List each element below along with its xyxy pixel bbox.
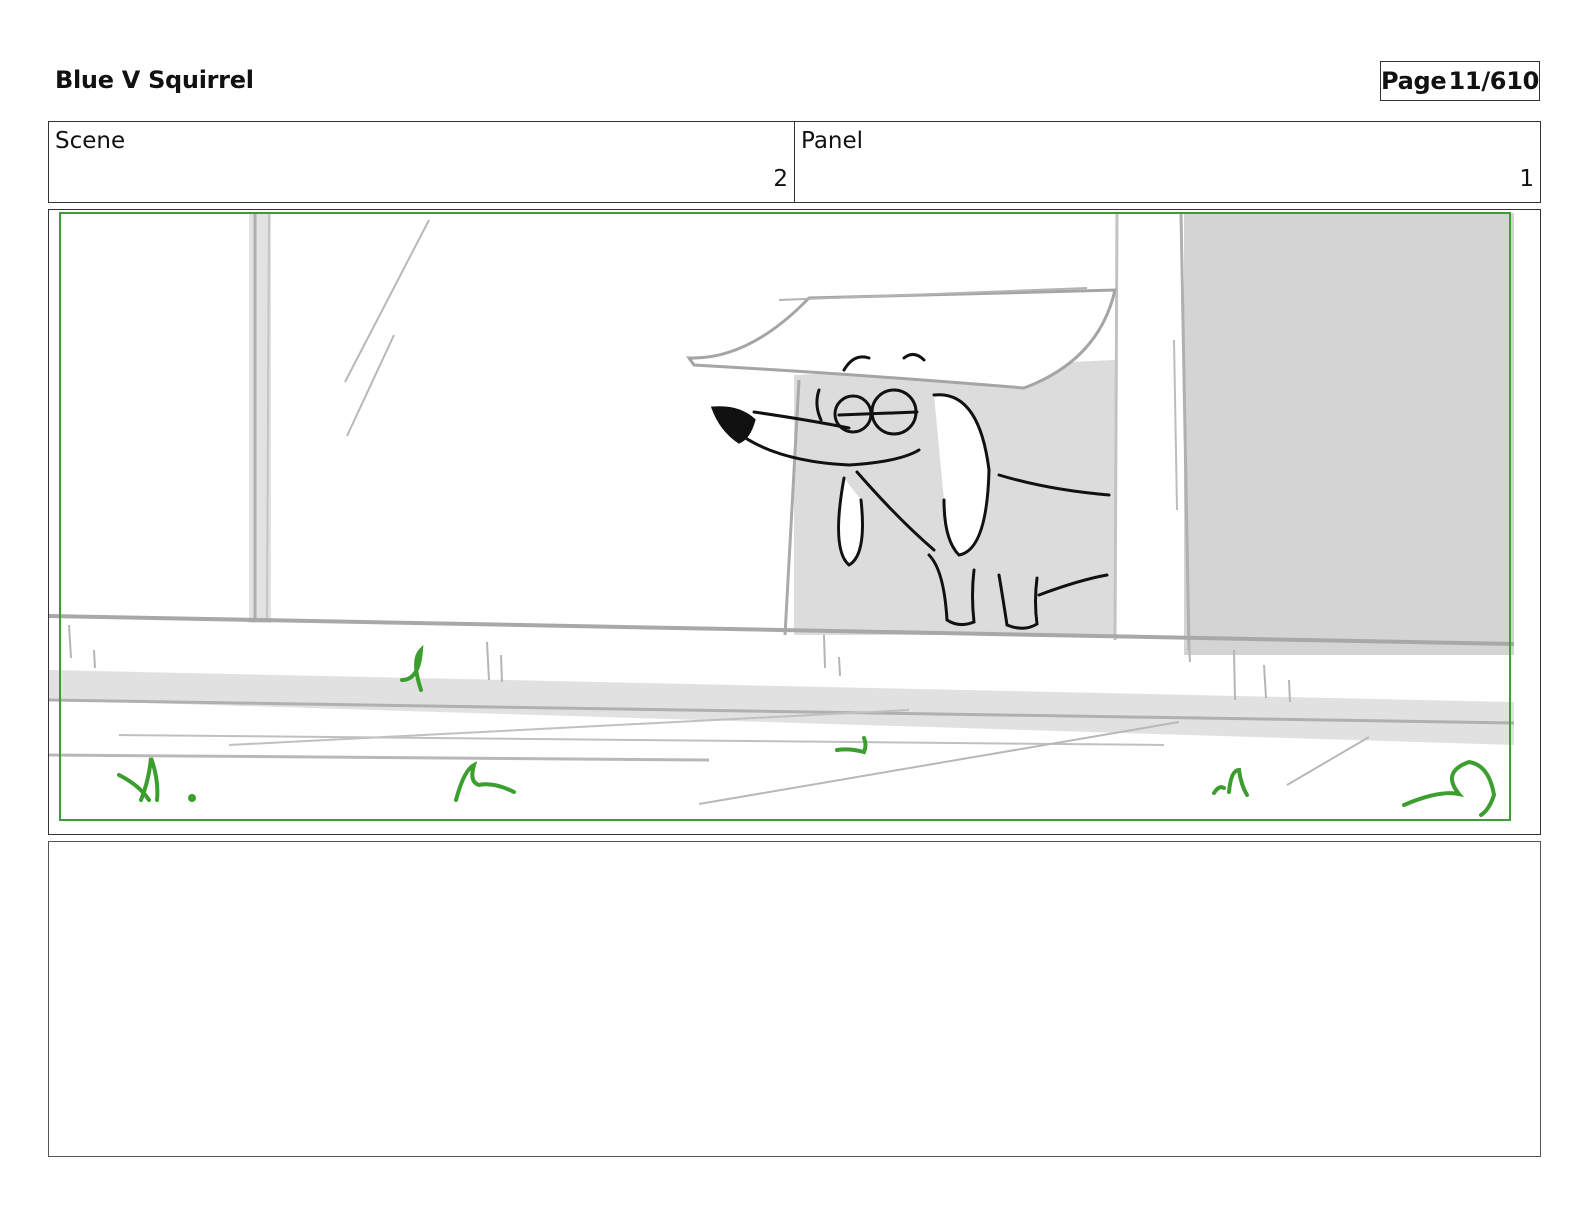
scene-cell: Scene 2 — [49, 122, 794, 202]
ground-crack — [49, 753, 710, 762]
wall-stroke — [1173, 339, 1178, 511]
window-streak-2 — [346, 334, 395, 437]
project-title: Blue V Squirrel — [55, 66, 254, 94]
page-label: Page — [1381, 67, 1447, 95]
scene-panel-info-row: Scene 2 Panel 1 — [48, 121, 1541, 203]
ground-crack-5 — [1286, 736, 1370, 786]
ground-crack-4 — [698, 721, 1180, 805]
door-right-post — [1113, 212, 1119, 641]
wall-shadow — [1184, 213, 1514, 655]
sidewalk-shadow — [49, 670, 1514, 745]
dog-nose — [710, 406, 756, 444]
page-number: 11/610 — [1448, 67, 1540, 95]
panel-cell: Panel 1 — [794, 122, 1540, 202]
door-canopy — [686, 288, 1117, 390]
storyboard-frame[interactable] — [48, 209, 1541, 835]
page-indicator: Page 11/610 — [1380, 61, 1540, 101]
window-streak — [344, 219, 430, 383]
scene-label: Scene — [55, 128, 126, 154]
action-notes-box[interactable] — [48, 841, 1541, 1157]
storyboard-sketch — [49, 212, 1515, 821]
panel-value: 1 — [1519, 166, 1534, 192]
panel-label: Panel — [801, 128, 864, 154]
scene-value: 2 — [773, 166, 788, 192]
